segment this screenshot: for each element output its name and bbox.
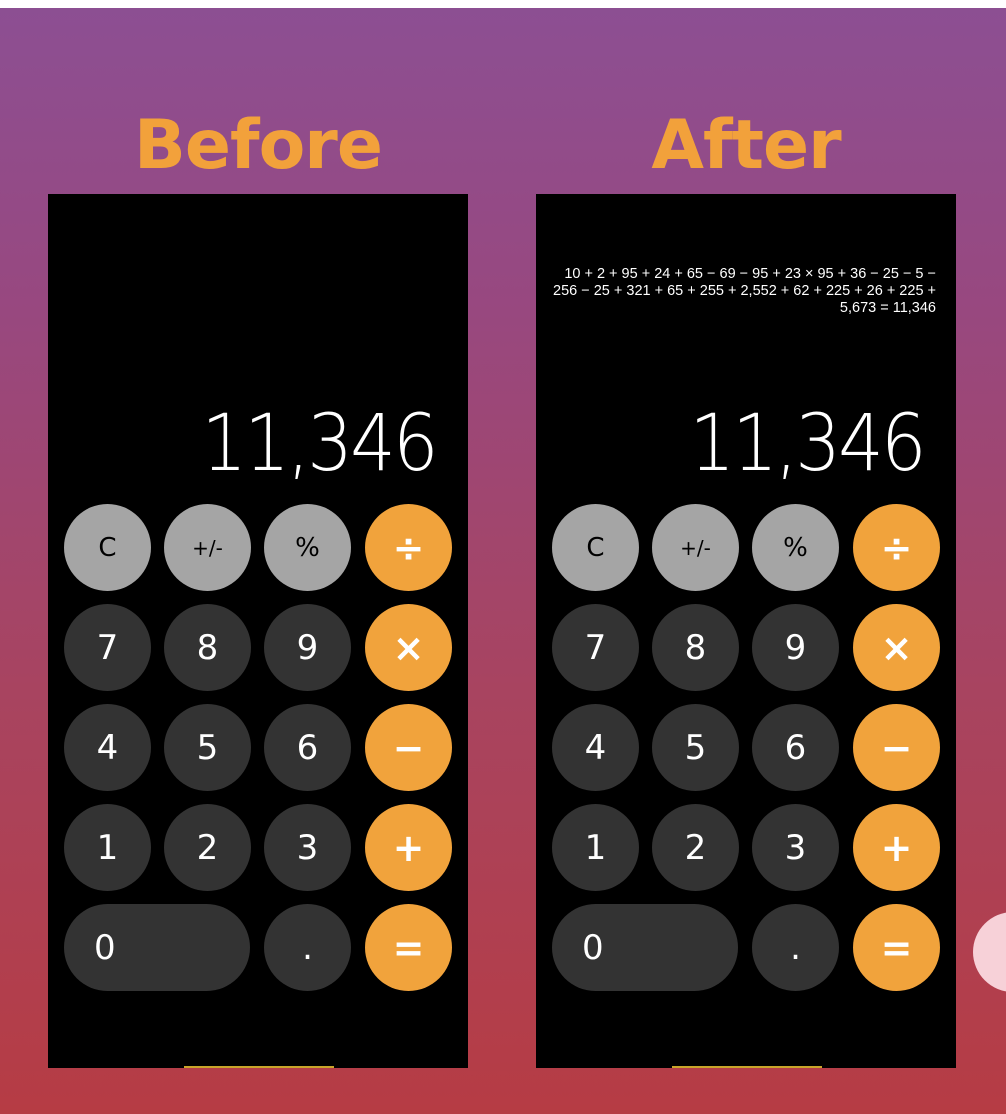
multiply-button[interactable]: × <box>365 604 452 691</box>
clear-button[interactable]: C <box>552 504 639 591</box>
digit-5-button[interactable]: 5 <box>652 704 739 791</box>
digit-3-button[interactable]: 3 <box>752 804 839 891</box>
divide-button[interactable]: ÷ <box>853 504 940 591</box>
digit-0-button[interactable]: 0 <box>552 904 738 991</box>
after-title: After <box>651 106 841 185</box>
digit-1-button[interactable]: 1 <box>64 804 151 891</box>
sign-toggle-button[interactable]: +/- <box>164 504 251 591</box>
minus-button[interactable]: − <box>853 704 940 791</box>
digit-1-button[interactable]: 1 <box>552 804 639 891</box>
digit-9-button[interactable]: 9 <box>752 604 839 691</box>
result-display: 11,346 <box>201 399 438 489</box>
digit-9-button[interactable]: 9 <box>264 604 351 691</box>
expression-history: 10 + 2 + 95 + 24 + 65 − 69 − 95 + 23 × 9… <box>553 266 936 316</box>
divide-button[interactable]: ÷ <box>365 504 452 591</box>
digit-6-button[interactable]: 6 <box>264 704 351 791</box>
decimal-button[interactable]: . <box>264 904 351 991</box>
keypad: C +/- % ÷ 7 8 9 × 4 5 6 − 1 2 3 + 0 . = <box>64 504 452 994</box>
equals-button[interactable]: = <box>365 904 452 991</box>
minus-button[interactable]: − <box>365 704 452 791</box>
percent-button[interactable]: % <box>264 504 351 591</box>
floating-bubble[interactable] <box>973 912 1006 992</box>
plus-button[interactable]: + <box>853 804 940 891</box>
plus-button[interactable]: + <box>365 804 452 891</box>
digit-7-button[interactable]: 7 <box>552 604 639 691</box>
before-calculator-screen: 11,346 C +/- % ÷ 7 8 9 × 4 5 6 − 1 2 3 +… <box>48 194 468 1068</box>
digit-0-button[interactable]: 0 <box>64 904 250 991</box>
equals-button[interactable]: = <box>853 904 940 991</box>
top-strip <box>0 0 1006 8</box>
percent-button[interactable]: % <box>752 504 839 591</box>
digit-8-button[interactable]: 8 <box>652 604 739 691</box>
digit-4-button[interactable]: 4 <box>552 704 639 791</box>
digit-3-button[interactable]: 3 <box>264 804 351 891</box>
result-display: 11,346 <box>689 399 926 489</box>
home-indicator <box>672 1066 822 1068</box>
sign-toggle-button[interactable]: +/- <box>652 504 739 591</box>
home-indicator <box>184 1066 334 1068</box>
digit-6-button[interactable]: 6 <box>752 704 839 791</box>
multiply-button[interactable]: × <box>853 604 940 691</box>
digit-2-button[interactable]: 2 <box>652 804 739 891</box>
digit-2-button[interactable]: 2 <box>164 804 251 891</box>
clear-button[interactable]: C <box>64 504 151 591</box>
before-title: Before <box>134 106 383 185</box>
digit-5-button[interactable]: 5 <box>164 704 251 791</box>
digit-7-button[interactable]: 7 <box>64 604 151 691</box>
after-calculator-screen: 10 + 2 + 95 + 24 + 65 − 69 − 95 + 23 × 9… <box>536 194 956 1068</box>
keypad: C +/- % ÷ 7 8 9 × 4 5 6 − 1 2 3 + 0 . = <box>552 504 940 994</box>
digit-4-button[interactable]: 4 <box>64 704 151 791</box>
decimal-button[interactable]: . <box>752 904 839 991</box>
digit-8-button[interactable]: 8 <box>164 604 251 691</box>
